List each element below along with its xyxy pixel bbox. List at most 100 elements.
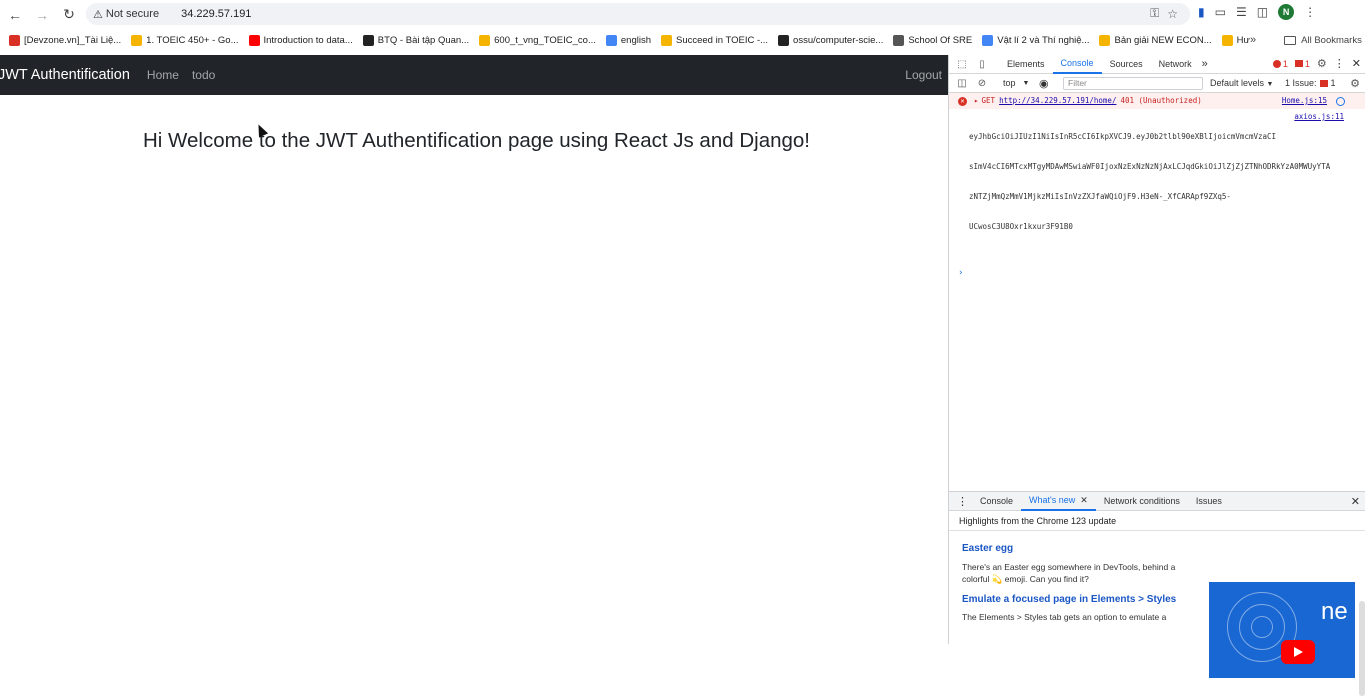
drawer-tabbar: ⋮ Console What's new ✕ Network conditions…	[949, 492, 1365, 511]
all-bookmarks-label: All Bookmarks	[1301, 34, 1362, 46]
more-tabs-icon[interactable]: »	[1202, 58, 1208, 70]
live-expression-eye-icon[interactable]: ◉	[1039, 77, 1049, 90]
extensions-puzzle-icon[interactable]: ▭	[1215, 5, 1226, 19]
address-bar[interactable]: ⚠ Not secure 34.229.57.191 ⚿ ☆	[86, 3, 1190, 25]
whats-new-item-title[interactable]: Easter egg	[962, 543, 1365, 554]
console-prompt-icon[interactable]: ›	[949, 262, 1365, 278]
bookmark-item[interactable]: [Devzone.vn]_Tài Liệ...	[9, 34, 122, 46]
error-icon	[1272, 59, 1281, 68]
error-method: GET	[981, 96, 996, 105]
log-source-link[interactable]: axios.js:11	[1294, 112, 1344, 122]
error-source-link[interactable]: Home.js:15	[1282, 96, 1327, 106]
bookmark-label: 1. TOEIC 450+ - Go...	[146, 34, 239, 46]
bookmark-label: 600_t_vng_TOEIC_co...	[494, 34, 596, 46]
bookmark-favicon-icon	[248, 34, 260, 46]
whats-new-item-text: The Elements > Styles tab gets an option…	[962, 612, 1167, 622]
navbar-brand[interactable]: JWT Authentification	[0, 67, 130, 83]
dropdown-icon: ▼	[1266, 81, 1274, 88]
bookmark-label: Succeed in TOEIC -...	[675, 34, 769, 46]
settings-gear-icon[interactable]: ⚙	[1317, 57, 1327, 70]
back-icon[interactable]: ←	[3, 3, 27, 27]
log-levels-label: Default levels	[1210, 78, 1265, 88]
app-navbar: JWT Authentification Home todo Logout	[0, 55, 948, 95]
tab-sources[interactable]: Sources	[1102, 55, 1151, 74]
bookmark-label: ossu/computer-scie...	[793, 34, 884, 46]
close-drawer-icon[interactable]: ✕	[1351, 495, 1360, 508]
issue-count-badge[interactable]: 1	[1294, 59, 1310, 69]
bookmark-item[interactable]: english	[605, 34, 651, 46]
log-levels-dropdown[interactable]: Default levels ▼	[1210, 78, 1273, 88]
security-label[interactable]: Not secure	[106, 8, 159, 20]
bookmark-item[interactable]: 600_t_vng_TOEIC_co...	[479, 34, 596, 46]
logout-link[interactable]: Logout	[905, 68, 942, 82]
tab-console[interactable]: Console	[1052, 55, 1102, 74]
issues-num: 1	[1330, 78, 1336, 88]
bookmark-favicon-icon	[131, 34, 143, 46]
bookmark-item[interactable]: Introduction to data...	[248, 34, 353, 46]
devtools-panel: ⬚ ▯ Elements Console Sources Network » 1…	[948, 55, 1365, 696]
issues-counter[interactable]: 1 Issue: 1	[1285, 78, 1336, 88]
warning-icon[interactable]: ⚠	[93, 8, 103, 21]
side-panel-icon[interactable]: ◫	[1257, 5, 1268, 19]
drawer-tab-network-conditions[interactable]: Network conditions	[1096, 492, 1188, 511]
error-url-link[interactable]: http://34.229.57.191/home/	[999, 96, 1116, 106]
token-line: eyJhbGciOiJIUzI1NiIsInR5cCI6IkpXVCJ9.eyJ…	[969, 132, 1277, 141]
bookmark-item[interactable]: Bản giải NEW ECON...	[1099, 34, 1212, 46]
drawer-tab-whats-new-label: What's new	[1029, 495, 1076, 505]
close-tab-icon[interactable]: ✕	[1080, 495, 1088, 506]
bookmark-item[interactable]: Vật lí 2 và Thí nghiệ...	[982, 34, 1090, 46]
extension-icon[interactable]: ▮	[1198, 5, 1205, 19]
nav-link-home[interactable]: Home	[147, 68, 179, 82]
drawer-menu-icon[interactable]: ⋮	[957, 495, 968, 508]
bookmarks-bar: [Devzone.vn]_Tài Liệ... 1. TOEIC 450+ - G…	[0, 29, 1365, 51]
inspect-element-icon[interactable]: ⬚	[955, 57, 969, 71]
devtools-tabbar: ⬚ ▯ Elements Console Sources Network » 1…	[949, 55, 1365, 74]
expand-triangle-icon[interactable]: ▸	[974, 96, 979, 106]
drawer-tab-issues[interactable]: Issues	[1188, 492, 1230, 511]
all-bookmarks-button[interactable]: All Bookmarks	[1284, 35, 1362, 46]
whats-new-content: Easter egg There's an Easter egg somewhe…	[949, 543, 1365, 696]
clear-console-icon[interactable]: ⊘	[975, 76, 989, 90]
password-key-icon[interactable]: ⚿	[1150, 6, 1159, 21]
bookmarks-overflow-icon[interactable]: »	[1250, 34, 1256, 46]
bookmark-label: [Devzone.vn]_Tài Liệ...	[24, 34, 122, 46]
browser-menu-icon[interactable]: ⋮	[1304, 5, 1316, 19]
insights-icon[interactable]	[1336, 96, 1345, 106]
bookmark-star-icon[interactable]: ☆	[1167, 7, 1178, 21]
token-line: zNTZjMmQzMmV1MjkzMiIsInVzZXJfaWQiOjF9.H3…	[969, 192, 1231, 201]
token-line: UCwosC3U8Oxr1kxur3F91B0	[969, 222, 1073, 231]
bookmark-favicon-icon	[893, 34, 905, 46]
bookmark-item[interactable]: Succeed in TOEIC -...	[660, 34, 769, 46]
bookmark-item[interactable]: School Of SRE	[893, 34, 972, 46]
drawer-scrollbar[interactable]	[1359, 601, 1365, 696]
bookmark-item[interactable]: ossu/computer-scie...	[778, 34, 884, 46]
console-filter-input[interactable]: Filter	[1063, 77, 1203, 90]
url-text[interactable]: 34.229.57.191	[181, 8, 251, 20]
devtools-menu-icon[interactable]: ⋮	[1334, 57, 1345, 70]
media-queue-icon[interactable]: ☰	[1236, 5, 1247, 19]
bookmark-label: english	[620, 34, 651, 46]
console-error-row[interactable]: ✕ ▸ GET http://34.229.57.191/home/ 401 (…	[949, 93, 1365, 109]
bookmark-favicon-icon	[605, 34, 617, 46]
device-toolbar-icon[interactable]: ▯	[975, 57, 989, 71]
close-devtools-icon[interactable]: ✕	[1352, 57, 1361, 70]
bookmark-item[interactable]: BTQ - Bài tập Quan...	[362, 34, 469, 46]
drawer-tab-console[interactable]: Console	[972, 492, 1021, 511]
error-count-badge[interactable]: 1	[1272, 59, 1288, 69]
bookmark-item[interactable]: 1. TOEIC 450+ - Go...	[131, 34, 239, 46]
sidebar-toggle-icon[interactable]: ◫	[955, 76, 969, 90]
nav-link-todo[interactable]: todo	[192, 68, 215, 82]
reload-icon[interactable]: ↻	[57, 3, 81, 27]
bookmark-label: Introduction to data...	[263, 34, 353, 46]
bookmark-label: Vật lí 2 và Thí nghiệ...	[997, 34, 1090, 46]
forward-icon[interactable]: →	[30, 3, 54, 27]
console-log-token: eyJhbGciOiJIUzI1NiIsInR5cCI6IkpXVCJ9.eyJ…	[949, 109, 1344, 262]
tab-network[interactable]: Network	[1151, 55, 1200, 74]
profile-avatar[interactable]: N	[1278, 4, 1295, 20]
console-settings-icon[interactable]: ⚙	[1350, 77, 1360, 90]
tab-elements[interactable]: Elements	[999, 55, 1053, 74]
context-selector[interactable]: top ▼	[1003, 78, 1029, 88]
whats-new-video-thumbnail[interactable]: ne	[1209, 582, 1355, 678]
drawer-tab-whats-new[interactable]: What's new ✕	[1021, 492, 1096, 511]
folder-icon	[1284, 35, 1297, 45]
